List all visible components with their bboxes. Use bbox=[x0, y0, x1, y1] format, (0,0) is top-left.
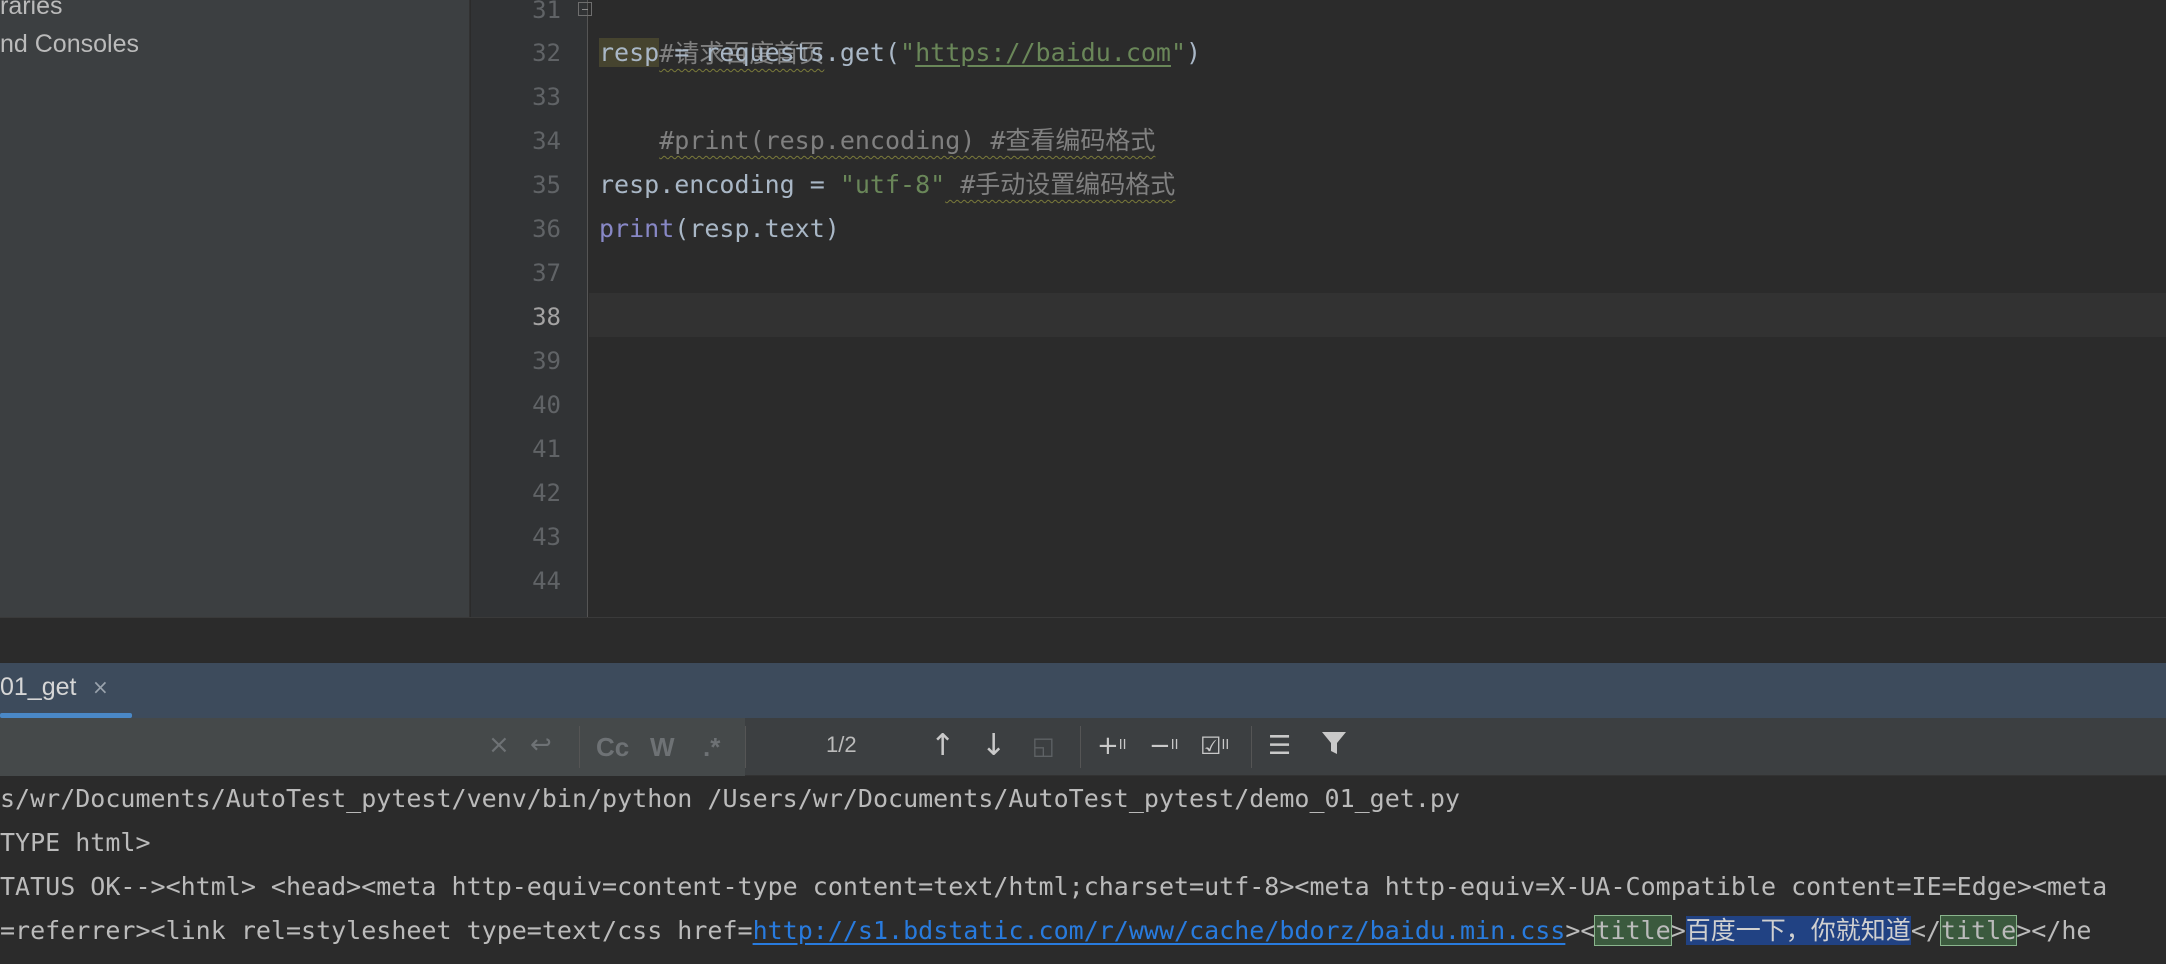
line-number: 35 bbox=[532, 171, 561, 199]
line-number: 31 bbox=[532, 0, 561, 24]
separator bbox=[1080, 726, 1081, 768]
console-link[interactable]: http://s1.bdstatic.com/r/www/cache/bdorz… bbox=[753, 916, 1566, 945]
code-builtin: print bbox=[599, 214, 675, 243]
code-call: = requests.get( bbox=[659, 38, 901, 67]
code-line-31: #请求百度首页 bbox=[599, 0, 824, 68]
code-string-quote: " bbox=[900, 38, 916, 67]
line-number: 33 bbox=[532, 83, 561, 111]
filter-icon-glyph bbox=[1322, 732, 1346, 754]
code-string-quote: " bbox=[1170, 38, 1187, 67]
code-variable-highlight: resp bbox=[599, 38, 660, 67]
separator bbox=[579, 726, 580, 768]
separator bbox=[1251, 726, 1252, 768]
console-line: TATUS OK--><html> <head><meta http-equiv… bbox=[0, 872, 2108, 901]
arrow-up-icon[interactable]: ↑ bbox=[930, 728, 955, 764]
clear-search-icon[interactable]: × bbox=[488, 730, 510, 760]
code-editor[interactable]: 31 32 33 34 35 36 37 38 39 40 41 42 43 4… bbox=[471, 0, 2166, 617]
console-text: >< bbox=[1565, 916, 1596, 945]
search-match-selection: 百度一下，你就知道 bbox=[1685, 916, 1911, 945]
code-line-35: resp.encoding = "utf-8" #手动设置编码格式 bbox=[599, 163, 1175, 207]
match-count: 1/2 bbox=[826, 732, 857, 757]
console-line: TYPE html> bbox=[0, 828, 151, 857]
console-text: > bbox=[1670, 916, 1686, 945]
console-search-bar: × ↩ Cc W .* 1/2 ↑ ↓ ◱ +II −II ☑II ☰ bbox=[0, 718, 2166, 776]
project-sidebar: raries nd Consoles bbox=[0, 0, 470, 662]
console-output[interactable]: s/wr/Documents/AutoTest_pytest/venv/bin/… bbox=[0, 777, 2166, 964]
line-number: 37 bbox=[532, 259, 561, 287]
console-line: =referrer><link rel=stylesheet type=text… bbox=[0, 909, 2091, 953]
code-assignment: resp.encoding = bbox=[599, 170, 840, 199]
close-icon[interactable]: × bbox=[92, 675, 109, 699]
arrow-down-icon[interactable]: ↓ bbox=[981, 728, 1006, 764]
search-input[interactable] bbox=[0, 718, 745, 776]
match-case-toggle[interactable]: Cc bbox=[596, 732, 629, 763]
line-number: 44 bbox=[532, 567, 561, 595]
code-line-32: resp = requests.get("https://baidu.com") bbox=[599, 31, 1201, 75]
console-text: ></he bbox=[2016, 916, 2092, 945]
editor-horizontal-scrollbar-area[interactable] bbox=[0, 617, 2166, 662]
line-number: 42 bbox=[532, 479, 561, 507]
code-comment: #print(resp.encoding) #查看编码格式 bbox=[659, 126, 1156, 155]
new-line-icon[interactable]: ↩ bbox=[530, 730, 552, 760]
console-text: </ bbox=[1910, 916, 1941, 945]
line-number: 39 bbox=[532, 347, 561, 375]
add-selection-icon[interactable]: +II bbox=[1097, 728, 1126, 764]
line-number: 32 bbox=[532, 39, 561, 67]
console-line: s/wr/Documents/AutoTest_pytest/venv/bin/… bbox=[0, 784, 1460, 813]
line-number: 34 bbox=[532, 127, 561, 155]
matched-tag-highlight: title bbox=[1939, 915, 2018, 946]
line-number: 43 bbox=[532, 523, 561, 551]
select-occurrence-icon[interactable]: ◱ bbox=[1032, 728, 1055, 764]
line-number: 41 bbox=[532, 435, 561, 463]
code-line-36: print(resp.text) bbox=[599, 207, 840, 251]
fold-marker-icon[interactable] bbox=[578, 2, 592, 16]
code-comment: #手动设置编码格式 bbox=[945, 170, 1176, 199]
code-string: "utf-8" bbox=[839, 170, 946, 199]
sidebar-item-libraries[interactable]: raries bbox=[0, 0, 63, 21]
console-text: =referrer><link rel=stylesheet type=text… bbox=[0, 916, 753, 945]
whole-words-toggle[interactable]: W bbox=[650, 732, 675, 763]
run-tab-label[interactable]: 01_get bbox=[0, 673, 76, 702]
line-number: 36 bbox=[532, 215, 561, 243]
line-number-current: 38 bbox=[532, 303, 561, 331]
sidebar-item-scratches-consoles[interactable]: nd Consoles bbox=[0, 30, 139, 59]
filter-icon[interactable] bbox=[1320, 728, 1348, 767]
code-line-33: #print(resp.encoding) #查看编码格式 bbox=[599, 75, 1155, 155]
select-all-occurrences-icon[interactable]: ☑II bbox=[1200, 728, 1229, 764]
run-tool-window-header: 01_get × bbox=[0, 662, 2166, 718]
regex-toggle[interactable]: .* bbox=[703, 732, 720, 763]
multiline-icon[interactable]: ☰ bbox=[1268, 728, 1291, 764]
line-number-gutter[interactable]: 31 32 33 34 35 36 37 38 39 40 41 42 43 4… bbox=[471, 0, 592, 617]
current-line-highlight bbox=[589, 293, 2166, 337]
code-paren: ) bbox=[1186, 38, 1202, 67]
code-args: (resp.text) bbox=[674, 214, 840, 243]
separator bbox=[745, 726, 746, 768]
code-url-link[interactable]: https://baidu.com bbox=[915, 38, 1171, 67]
line-number: 40 bbox=[532, 391, 561, 419]
remove-selection-icon[interactable]: −II bbox=[1149, 728, 1178, 764]
matched-tag-highlight: title bbox=[1594, 915, 1672, 946]
